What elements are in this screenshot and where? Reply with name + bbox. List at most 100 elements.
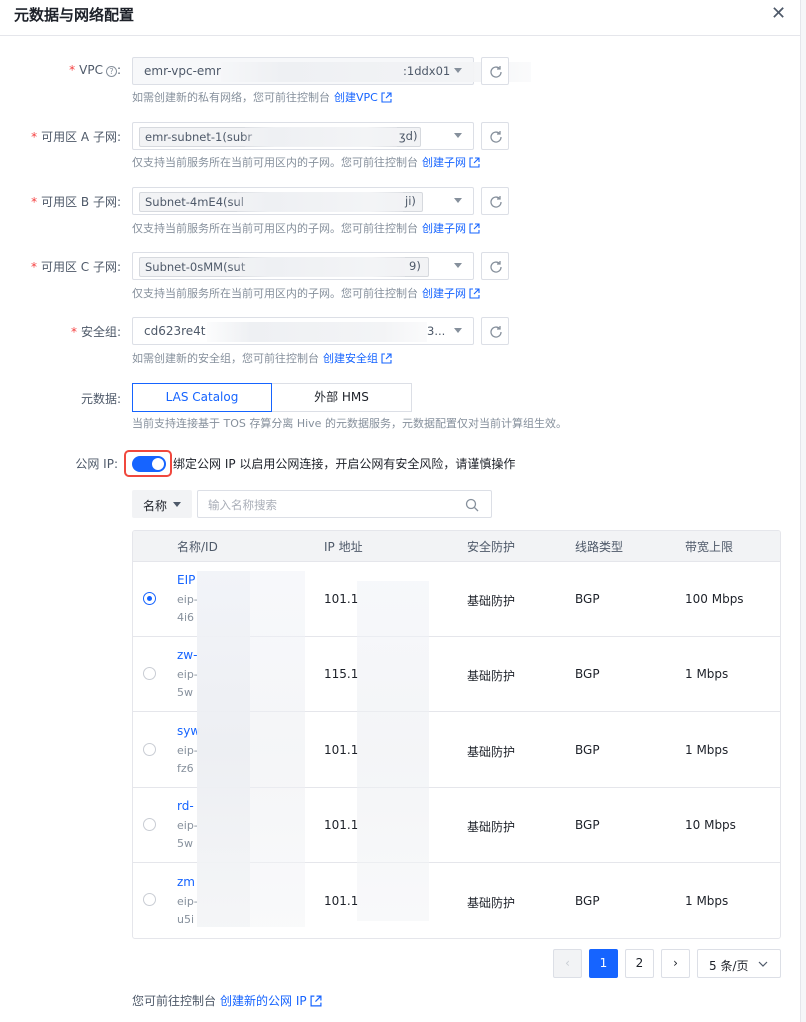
prev-page-button[interactable]: ‹	[553, 949, 582, 978]
eip-line-type: BGP	[575, 743, 600, 757]
create-subnet-link[interactable]: 创建子网	[422, 156, 466, 169]
eip-line-type: BGP	[575, 818, 600, 832]
subnet-a-select[interactable]: emr-subnet-1(subr ʒd)	[132, 122, 474, 150]
column-header-ip: IP 地址	[324, 540, 363, 554]
eip-protection: 基础防护	[467, 745, 516, 759]
subnet-a-hint: 仅支持当前服务所在当前可用区内的子网。您可前往控制台 创建子网	[132, 154, 480, 170]
toggle-knob	[152, 458, 164, 470]
metadata-option-external-hms[interactable]: 外部 HMS	[272, 383, 412, 412]
eip-id: eip-	[177, 895, 198, 908]
redaction	[357, 581, 429, 921]
subnet-a-label: * 可用区 A 子网:	[31, 130, 121, 144]
eip-name-link[interactable]: zm	[177, 875, 195, 889]
public-ip-toggle[interactable]	[132, 456, 166, 472]
chevron-down-icon	[454, 133, 462, 138]
eip-id-line2: 4i6	[177, 611, 195, 624]
create-security-group-link[interactable]: 创建安全组	[323, 352, 378, 365]
row-radio[interactable]	[143, 818, 156, 831]
create-subnet-link[interactable]: 创建子网	[422, 287, 466, 300]
row-radio[interactable]	[143, 592, 156, 605]
eip-ip: 101.1	[324, 894, 359, 908]
eip-name-link[interactable]: rd-	[177, 799, 194, 813]
row-radio[interactable]	[143, 893, 156, 906]
eip-line-type: BGP	[575, 667, 600, 681]
redaction	[245, 127, 397, 147]
public-ip-description: 绑定公网 IP 以启用公网连接，开启公网有安全风险，请谨慎操作	[173, 457, 516, 471]
search-input[interactable]	[208, 496, 458, 513]
eip-ip: 101.1	[324, 818, 359, 832]
filter-field-select[interactable]: 名称	[132, 490, 192, 518]
eip-bandwidth: 1 Mbps	[685, 743, 729, 757]
background-page-edge	[800, 0, 806, 1022]
chevron-down-icon	[758, 961, 768, 967]
security-group-row: * 安全组: cd623re4t 3...	[0, 317, 520, 345]
eip-bandwidth: 1 Mbps	[685, 667, 729, 681]
next-page-button[interactable]: ›	[661, 949, 690, 978]
subnet-a-refresh-button[interactable]	[481, 122, 509, 150]
page-2-button[interactable]: 2	[625, 949, 654, 978]
eip-name-link[interactable]: EIP	[177, 573, 195, 587]
redaction	[239, 257, 405, 277]
security-group-label: * 安全组:	[70, 325, 121, 339]
column-header-protection: 安全防护	[467, 540, 516, 554]
redaction	[250, 571, 305, 927]
subnet-b-value-tail: ji)	[405, 194, 416, 208]
security-group-value: cd623re4t	[144, 324, 206, 338]
page-1-button[interactable]: 1	[589, 949, 618, 978]
chevron-down-icon	[173, 502, 181, 507]
eip-bandwidth: 100 Mbps	[685, 592, 744, 606]
subnet-c-select[interactable]: Subnet-0sMM(sut 9)	[132, 252, 474, 280]
metadata-label: 元数据:	[80, 392, 121, 406]
subnet-b-refresh-button[interactable]	[481, 187, 509, 215]
vpc-select[interactable]: emr-vpc-emr :1ddx01	[132, 57, 531, 85]
row-radio[interactable]	[143, 743, 156, 756]
eip-protection: 基础防护	[467, 594, 516, 608]
subnet-c-row: * 可用区 C 子网: Subnet-0sMM(sut 9)	[0, 252, 520, 280]
eip-name-link[interactable]: zw-	[177, 648, 197, 662]
eip-table: 名称/ID IP 地址 安全防护 线路类型 带宽上限 EIP eip- 4i6 …	[132, 530, 781, 939]
redaction	[207, 322, 427, 342]
redaction	[197, 571, 250, 927]
column-header-line-type: 线路类型	[575, 540, 624, 554]
external-link-icon	[381, 353, 392, 364]
chevron-down-icon	[454, 198, 462, 203]
eip-id: eip-	[177, 744, 198, 757]
refresh-icon	[490, 131, 502, 143]
eip-id-line2: u5i	[177, 913, 195, 926]
eip-protection: 基础防护	[467, 669, 516, 683]
row-radio[interactable]	[143, 667, 156, 680]
eip-ip: 101.1	[324, 592, 359, 606]
security-group-select[interactable]: cd623re4t 3...	[132, 317, 474, 345]
footer-hint: 您可前往控制台 创建新的公网 IP	[132, 992, 322, 1009]
subnet-b-select[interactable]: Subnet-4mE4(sul ji)	[132, 187, 474, 215]
subnet-c-label: * 可用区 C 子网:	[30, 260, 121, 274]
metadata-option-las-catalog[interactable]: LAS Catalog	[132, 383, 272, 412]
security-group-value-tail: 3...	[427, 324, 446, 338]
chevron-down-icon	[454, 263, 462, 268]
page-size-select[interactable]: 5 条/页	[697, 949, 781, 978]
subnet-a-row: * 可用区 A 子网: emr-subnet-1(subr ʒd)	[0, 122, 520, 150]
subnet-c-refresh-button[interactable]	[481, 252, 509, 280]
chevron-down-icon	[454, 328, 462, 333]
create-subnet-link[interactable]: 创建子网	[422, 222, 466, 235]
vpc-hint: 如需创建新的私有网络，您可前往控制台 创建VPC	[132, 89, 392, 105]
refresh-icon	[490, 66, 502, 78]
refresh-icon	[490, 196, 502, 208]
eip-bandwidth: 10 Mbps	[685, 818, 736, 832]
create-vpc-link[interactable]: 创建VPC	[334, 91, 378, 104]
eip-line-type: BGP	[575, 592, 600, 606]
create-public-ip-link[interactable]: 创建新的公网 IP	[220, 994, 307, 1008]
metadata-hint: 当前支持连接基于 TOS 存算分离 Hive 的元数据服务，元数据配置仅对当前计…	[132, 417, 567, 430]
eip-id: eip-	[177, 819, 198, 832]
security-group-refresh-button[interactable]	[481, 317, 509, 345]
vpc-refresh-button[interactable]	[481, 57, 509, 85]
subnet-c-hint: 仅支持当前服务所在当前可用区内的子网。您可前往控制台 创建子网	[132, 285, 480, 301]
close-icon[interactable]: ✕	[771, 3, 786, 24]
help-icon[interactable]: ?	[105, 66, 117, 77]
column-header-name-id: 名称/ID	[177, 540, 218, 554]
vpc-value-tail: :1ddx01	[403, 64, 451, 78]
eip-protection: 基础防护	[467, 820, 516, 834]
eip-line-type: BGP	[575, 894, 600, 908]
eip-id-line2: fz6	[177, 762, 194, 775]
table-header: 名称/ID IP 地址 安全防护 线路类型 带宽上限	[133, 531, 780, 561]
